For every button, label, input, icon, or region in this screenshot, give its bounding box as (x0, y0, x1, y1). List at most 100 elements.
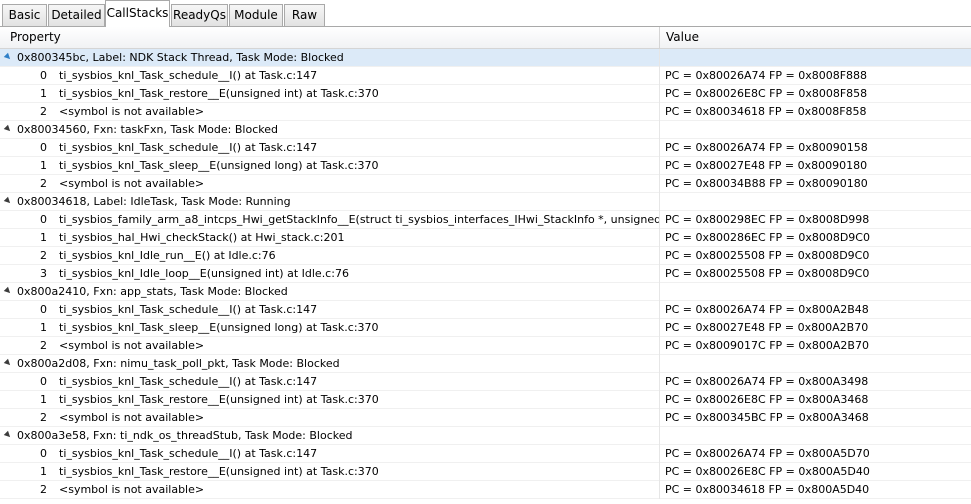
tab-callstacks[interactable]: CallStacks (105, 0, 170, 27)
expand-triangle-icon[interactable] (3, 286, 13, 296)
frame-function: ti_sysbios_knl_Task_schedule__I() at Tas… (59, 447, 318, 460)
frame-index: 0 (40, 69, 47, 82)
task-row[interactable]: 0x800345bc, Label: NDK Stack Thread, Tas… (0, 49, 971, 67)
frame-function: ti_sysbios_knl_Task_schedule__I() at Tas… (59, 141, 318, 154)
column-divider (659, 373, 660, 391)
column-divider (659, 121, 660, 139)
stack-frame-row[interactable]: 1 ti_sysbios_knl_Task_restore__E(unsigned… (0, 463, 971, 481)
frame-registers: PC = 0x80026E8C FP = 0x800A5D40 (665, 465, 870, 478)
task-row[interactable]: 0x80034618, Label: IdleTask, Task Mode: … (0, 193, 971, 211)
stack-frame-row[interactable]: 0 ti_sysbios_family_arm_a8_intcps_Hwi_get… (0, 211, 971, 229)
column-divider (659, 355, 660, 373)
frame-registers: PC = 0x800286EC FP = 0x8008D9C0 (665, 231, 870, 244)
stack-frame-row[interactable]: 1 ti_sysbios_knl_Task_restore__E(unsigned… (0, 391, 971, 409)
frame-registers: PC = 0x80026A74 FP = 0x8008F888 (665, 69, 868, 82)
view-tabs: Basic Detailed CallStacks ReadyQs Module… (0, 0, 971, 27)
stack-frame-row[interactable]: 0 ti_sysbios_knl_Task_schedule__I() at Ta… (0, 373, 971, 391)
task-row[interactable]: 0x800a2410, Fxn: app_stats, Task Mode: B… (0, 283, 971, 301)
frame-registers: PC = 0x80026E8C FP = 0x800A3468 (665, 393, 869, 406)
column-divider (659, 391, 660, 409)
column-divider (659, 481, 660, 499)
frame-index: 2 (40, 411, 47, 424)
frame-function: ti_sysbios_family_arm_a8_intcps_Hwi_getS… (59, 213, 659, 226)
task-label: 0x800a2d08, Fxn: nimu_task_poll_pkt, Tas… (17, 357, 340, 370)
frame-index: 1 (40, 465, 47, 478)
frame-index: 2 (40, 249, 47, 262)
frame-index: 0 (40, 213, 47, 226)
column-header-property[interactable]: Property (10, 27, 61, 48)
frame-index: 0 (40, 141, 47, 154)
frame-registers: PC = 0x80026A74 FP = 0x800A5D70 (665, 447, 870, 460)
column-divider (659, 427, 660, 445)
frame-registers: PC = 0x80026A74 FP = 0x80090158 (665, 141, 868, 154)
frame-index: 0 (40, 447, 47, 460)
tab-detailed[interactable]: Detailed (48, 4, 105, 26)
stack-frame-row[interactable]: 0 ti_sysbios_knl_Task_schedule__I() at Ta… (0, 445, 971, 463)
frame-index: 1 (40, 321, 47, 334)
frame-function: ti_sysbios_knl_Task_schedule__I() at Tas… (59, 303, 318, 316)
column-divider (659, 283, 660, 301)
column-divider[interactable] (659, 27, 660, 48)
tab-readyqs[interactable]: ReadyQs (171, 4, 228, 26)
column-divider (659, 103, 660, 121)
frame-index: 2 (40, 483, 47, 496)
stack-frame-row[interactable]: 0 ti_sysbios_knl_Task_schedule__I() at Ta… (0, 139, 971, 157)
frame-registers: PC = 0x80025508 FP = 0x8008D9C0 (665, 249, 870, 262)
frame-index: 0 (40, 375, 47, 388)
frame-function: ti_sysbios_knl_Task_sleep__E(unsigned lo… (59, 159, 379, 172)
frame-registers: PC = 0x800298EC FP = 0x8008D998 (665, 213, 870, 226)
table-header: Property Value (0, 27, 971, 49)
frame-index: 3 (40, 267, 47, 280)
task-row[interactable]: 0x800a2d08, Fxn: nimu_task_poll_pkt, Tas… (0, 355, 971, 373)
task-row[interactable]: 0x80034560, Fxn: taskFxn, Task Mode: Blo… (0, 121, 971, 139)
expand-triangle-icon[interactable] (3, 52, 13, 62)
callstack-tree: 0x800345bc, Label: NDK Stack Thread, Tas… (0, 49, 971, 499)
column-divider (659, 301, 660, 319)
frame-index: 1 (40, 231, 47, 244)
stack-frame-row[interactable]: 0 ti_sysbios_knl_Task_schedule__I() at Ta… (0, 67, 971, 85)
frame-index: 1 (40, 393, 47, 406)
stack-frame-row[interactable]: 2 ti_sysbios_knl_Idle_run__E() at Idle.c:… (0, 247, 971, 265)
expand-triangle-icon[interactable] (3, 358, 13, 368)
stack-frame-row[interactable]: 3 ti_sysbios_knl_Idle_loop__E(unsigned in… (0, 265, 971, 283)
stack-frame-row[interactable]: 2 <symbol is not available> PC = 0x8003461… (0, 103, 971, 121)
stack-frame-row[interactable]: 1 ti_sysbios_knl_Task_sleep__E(unsigned l… (0, 157, 971, 175)
expand-triangle-icon[interactable] (3, 430, 13, 440)
tab-basic[interactable]: Basic (2, 4, 47, 26)
stack-frame-row[interactable]: 2 <symbol is not available> PC = 0x8003461… (0, 481, 971, 499)
frame-index: 2 (40, 105, 47, 118)
column-divider (659, 247, 660, 265)
stack-frame-row[interactable]: 2 <symbol is not available> PC = 0x8009017… (0, 337, 971, 355)
stack-frame-row[interactable]: 0 ti_sysbios_knl_Task_schedule__I() at Ta… (0, 301, 971, 319)
stack-frame-row[interactable]: 2 <symbol is not available> PC = 0x800345B… (0, 409, 971, 427)
frame-function: ti_sysbios_knl_Task_sleep__E(unsigned lo… (59, 321, 379, 334)
frame-registers: PC = 0x80026E8C FP = 0x8008F858 (665, 87, 868, 100)
tab-module[interactable]: Module (229, 4, 283, 26)
column-divider (659, 265, 660, 283)
column-divider (659, 67, 660, 85)
frame-registers: PC = 0x80034B88 FP = 0x80090180 (665, 177, 868, 190)
frame-registers: PC = 0x80027E48 FP = 0x800A2B70 (665, 321, 869, 334)
task-row[interactable]: 0x800a3e58, Fxn: ti_ndk_os_threadStub, T… (0, 427, 971, 445)
column-divider (659, 463, 660, 481)
expand-triangle-icon[interactable] (3, 124, 13, 134)
expand-triangle-icon[interactable] (3, 196, 13, 206)
column-divider (659, 445, 660, 463)
frame-registers: PC = 0x80034618 FP = 0x800A5D40 (665, 483, 870, 496)
stack-frame-row[interactable]: 2 <symbol is not available> PC = 0x80034B8… (0, 175, 971, 193)
column-divider (659, 49, 660, 67)
stack-frame-row[interactable]: 1 ti_sysbios_knl_Task_sleep__E(unsigned l… (0, 319, 971, 337)
column-header-value[interactable]: Value (666, 27, 699, 48)
tab-raw[interactable]: Raw (284, 4, 325, 26)
frame-registers: PC = 0x80025508 FP = 0x8008D9C0 (665, 267, 870, 280)
frame-function: ti_sysbios_knl_Task_schedule__I() at Tas… (59, 69, 318, 82)
stack-frame-row[interactable]: 1 ti_sysbios_hal_Hwi_checkStack() at Hwi_… (0, 229, 971, 247)
frame-function: ti_sysbios_knl_Task_restore__E(unsigned … (59, 465, 379, 478)
column-divider (659, 85, 660, 103)
frame-function: ti_sysbios_knl_Task_schedule__I() at Tas… (59, 375, 318, 388)
frame-registers: PC = 0x8009017C FP = 0x800A2B70 (665, 339, 869, 352)
stack-frame-row[interactable]: 1 ti_sysbios_knl_Task_restore__E(unsigned… (0, 85, 971, 103)
task-label: 0x800a2410, Fxn: app_stats, Task Mode: B… (17, 285, 288, 298)
frame-registers: PC = 0x80027E48 FP = 0x80090180 (665, 159, 868, 172)
frame-function: ti_sysbios_hal_Hwi_checkStack() at Hwi_s… (59, 231, 345, 244)
